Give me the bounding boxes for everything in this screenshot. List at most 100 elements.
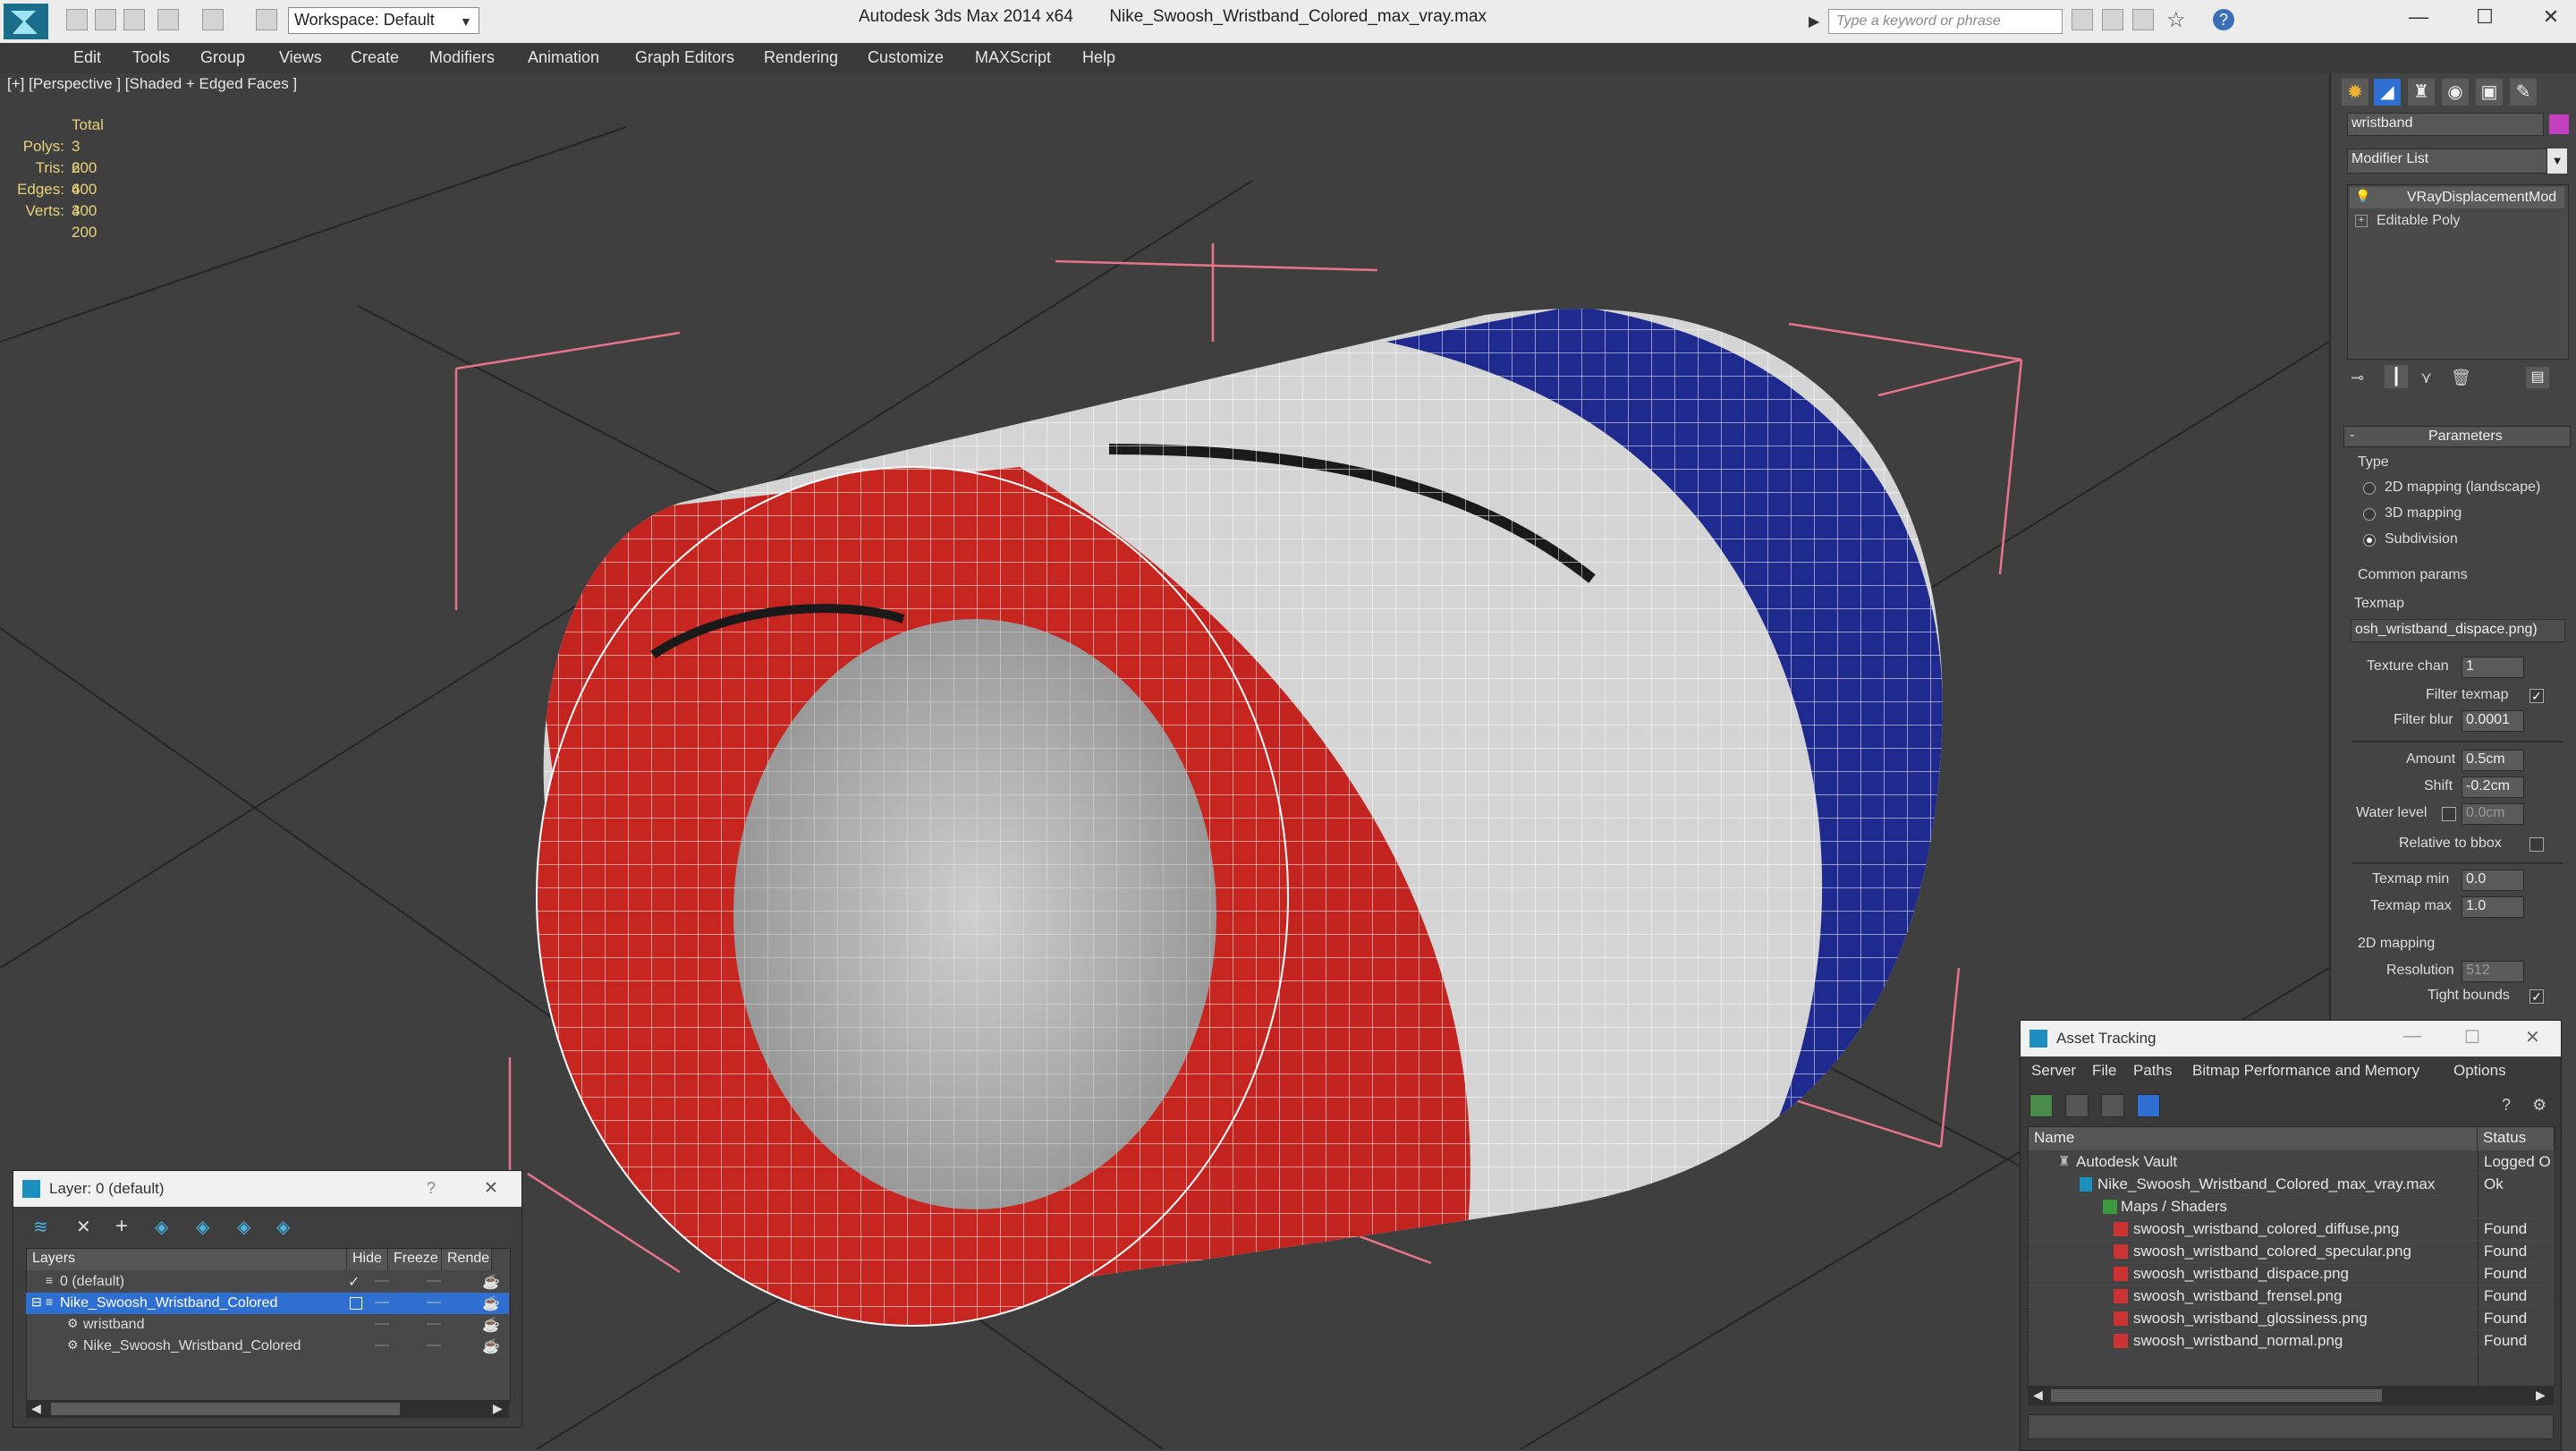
pin-stack-icon[interactable]: ⊸ — [2351, 369, 2364, 387]
binoculars-icon[interactable] — [2072, 9, 2093, 30]
asset-row[interactable]: swoosh_wristband_normal.png Found — [2028, 1330, 2554, 1353]
new-file-icon[interactable] — [66, 9, 88, 30]
search-input[interactable]: Type a keyword or phrase — [1828, 9, 2063, 34]
app-logo-icon[interactable] — [4, 4, 48, 39]
type-option-label[interactable]: Subdivision — [2385, 531, 2458, 547]
stack-item-vraydisplacement[interactable]: 💡 VRayDisplacementMod — [2350, 187, 2564, 208]
type-radio-2d[interactable] — [2363, 482, 2376, 495]
asset-menu-bitmap[interactable]: Bitmap Performance and Memory — [2192, 1062, 2419, 1080]
asset-horizontal-scrollbar[interactable]: ◀ ▶ — [2028, 1386, 2554, 1405]
redo-icon[interactable] — [202, 9, 224, 30]
asset-row[interactable]: swoosh_wristband_frensel.png Found — [2028, 1286, 2554, 1308]
show-end-result-icon[interactable]: ┃ — [2385, 365, 2408, 388]
menu-tools[interactable]: Tools — [132, 48, 170, 67]
communication-icon[interactable] — [2102, 9, 2123, 30]
viewport-label[interactable]: [+] [Perspective ] [Shaded + Edged Faces… — [7, 75, 297, 93]
select-in-layer-icon[interactable]: ◈ — [155, 1216, 168, 1238]
project-folder-icon[interactable] — [256, 9, 277, 30]
asset-settings-icon[interactable]: ⚙ — [2532, 1096, 2546, 1115]
water-level-spinner[interactable]: 0.0cm — [2462, 803, 2524, 825]
texmap-button[interactable]: osh_wristband_dispace.png) — [2351, 619, 2565, 642]
close-button[interactable]: ✕ — [2533, 5, 2569, 32]
menu-views[interactable]: Views — [279, 48, 322, 67]
asset-row[interactable]: swoosh_wristband_dispace.png Found — [2028, 1263, 2554, 1286]
hide-toggle-icon[interactable]: — — [375, 1316, 389, 1332]
tight-bounds-checkbox[interactable]: ✓ — [2529, 989, 2544, 1004]
menu-animation[interactable]: Animation — [528, 48, 599, 67]
asset-maximize-button[interactable]: ☐ — [2464, 1026, 2480, 1048]
undo-icon[interactable] — [157, 9, 179, 30]
motion-tab-icon[interactable]: ◉ — [2442, 79, 2469, 106]
menu-group[interactable]: Group — [200, 48, 245, 67]
lightbulb-icon[interactable]: 💡 — [2355, 189, 2370, 204]
freeze-toggle-icon[interactable]: — — [427, 1273, 441, 1289]
help-icon[interactable]: ? — [2213, 9, 2234, 30]
layer-row[interactable]: ≡ 0 (default) ✓ — — ☕ — [26, 1271, 509, 1293]
layer-dialog-header[interactable]: Layer: 0 (default) ? ✕ — [13, 1171, 521, 1207]
current-layer-box-icon[interactable] — [350, 1297, 362, 1310]
stack-item-editable-poly[interactable]: + Editable Poly — [2350, 210, 2564, 232]
modifier-list-chevron-icon[interactable]: ▼ — [2547, 148, 2567, 174]
asset-menu-options[interactable]: Options — [2453, 1062, 2506, 1080]
render-teapot-icon[interactable]: ☕ — [482, 1273, 500, 1291]
expand-minus-icon[interactable]: ⊟ — [31, 1294, 42, 1310]
modifier-list-dropdown[interactable]: Modifier List — [2347, 148, 2547, 174]
type-radio-subdivision[interactable] — [2363, 534, 2376, 547]
texmap-max-spinner[interactable]: 1.0 — [2462, 896, 2524, 918]
hide-toggle-icon[interactable]: — — [375, 1337, 389, 1353]
asset-row[interactable]: swoosh_wristband_colored_specular.png Fo… — [2028, 1241, 2554, 1263]
display-tab-icon[interactable]: ▣ — [2476, 79, 2503, 106]
table-view-icon[interactable] — [2137, 1094, 2160, 1117]
column-status[interactable]: Status — [2478, 1127, 2555, 1150]
menu-help[interactable]: Help — [1082, 48, 1115, 67]
hide-all-layers-icon[interactable]: ◈ — [237, 1216, 250, 1238]
menu-maxscript[interactable]: MAXScript — [975, 48, 1051, 67]
menu-rendering[interactable]: Rendering — [764, 48, 838, 67]
layer-row[interactable]: ⚙ wristband — — ☕ — [26, 1314, 509, 1336]
texmap-min-spinner[interactable]: 0.0 — [2462, 870, 2524, 891]
asset-help-icon[interactable]: ? — [2502, 1096, 2511, 1115]
make-unique-icon[interactable]: ⋎ — [2420, 369, 2432, 387]
layer-row-selected[interactable]: ⊟ ≡ Nike_Swoosh_Wristband_Colored — — ☕ — [26, 1293, 509, 1314]
water-level-checkbox[interactable] — [2442, 807, 2456, 821]
freeze-all-layers-icon[interactable]: ◈ — [276, 1216, 290, 1238]
open-file-icon[interactable] — [95, 9, 116, 30]
asset-close-button[interactable]: ✕ — [2525, 1026, 2540, 1048]
add-to-layer-icon[interactable]: + — [115, 1214, 128, 1239]
column-layers[interactable]: Layers — [27, 1249, 347, 1270]
utilities-tab-icon[interactable]: ✎ — [2510, 79, 2537, 106]
asset-minimize-button[interactable]: — — [2403, 1026, 2421, 1047]
expand-plus-icon[interactable]: + — [2355, 215, 2368, 227]
amount-spinner[interactable]: 0.5cm — [2462, 750, 2524, 771]
column-name[interactable]: Name — [2029, 1127, 2478, 1150]
configure-sets-icon[interactable]: ▤ — [2526, 367, 2549, 388]
workspace-chevron-icon[interactable]: ▼ — [460, 14, 472, 29]
highlight-layer-icon[interactable]: ◈ — [196, 1216, 209, 1238]
workspace-dropdown[interactable]: Workspace: Default — [288, 7, 479, 34]
filter-blur-spinner[interactable]: 0.0001 — [2462, 710, 2524, 732]
menu-modifiers[interactable]: Modifiers — [429, 48, 495, 67]
column-hide[interactable]: Hide — [347, 1249, 388, 1270]
create-tab-icon[interactable]: ✹ — [2342, 79, 2368, 106]
object-name-field[interactable]: wristband — [2347, 113, 2544, 136]
asset-menu-server[interactable]: Server — [2031, 1062, 2076, 1080]
freeze-toggle-icon[interactable]: — — [427, 1294, 441, 1311]
relative-bbox-checkbox[interactable] — [2529, 837, 2544, 852]
asset-menu-paths[interactable]: Paths — [2133, 1062, 2172, 1080]
hide-toggle-icon[interactable]: — — [375, 1273, 389, 1289]
menu-graph-editors[interactable]: Graph Editors — [635, 48, 734, 67]
asset-row[interactable]: ♜ Autodesk Vault Logged O — [2028, 1151, 2554, 1174]
column-render[interactable]: Rende — [442, 1249, 492, 1270]
refresh-icon[interactable] — [2029, 1094, 2053, 1117]
asset-row[interactable]: swoosh_wristband_glossiness.png Found — [2028, 1308, 2554, 1330]
parameters-rollout-header[interactable]: - Parameters — [2343, 426, 2571, 447]
menu-edit[interactable]: Edit — [73, 48, 101, 67]
scroll-thumb[interactable] — [51, 1403, 400, 1415]
save-file-icon[interactable] — [123, 9, 145, 30]
horizontal-scrollbar[interactable]: ◀ ▶ — [26, 1400, 509, 1418]
minimize-button[interactable]: — — [2401, 5, 2436, 32]
asset-menu-file[interactable]: File — [2092, 1062, 2116, 1080]
type-option-label[interactable]: 2D mapping (landscape) — [2385, 479, 2540, 496]
render-teapot-icon[interactable]: ☕ — [482, 1337, 500, 1355]
scroll-right-icon[interactable]: ▶ — [493, 1401, 503, 1416]
